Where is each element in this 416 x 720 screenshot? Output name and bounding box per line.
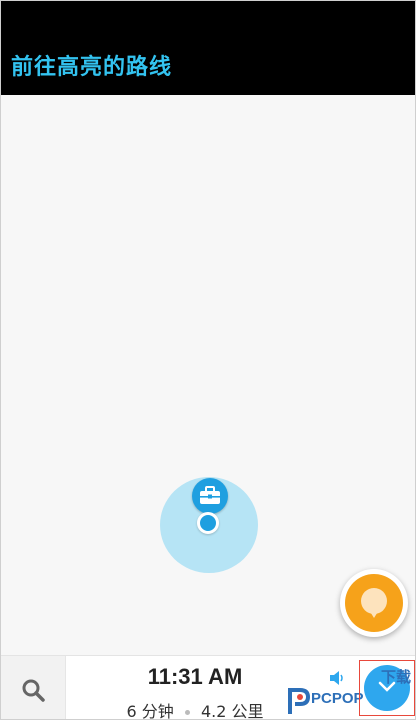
eta-duration: 6 分钟 (126, 702, 174, 720)
watermark-text: PCPOP (311, 690, 364, 707)
report-button[interactable] (340, 569, 408, 637)
eta-time[interactable]: 11:31 AM (65, 664, 325, 690)
watermark-logo: PCPOP (287, 686, 367, 719)
eta-details[interactable]: 6 分钟 4.2 公里 (65, 698, 325, 720)
header-bar: 前往高亮的路线 (1, 1, 415, 95)
report-button-inner (345, 574, 403, 632)
eta-separator (184, 710, 190, 715)
bottom-eta-bar: 11:31 AM 6 分钟 4.2 公里 PCPOP 下载 (1, 655, 415, 720)
watermark-p-icon (288, 688, 311, 714)
work-location-pin[interactable] (192, 478, 228, 514)
sound-icon[interactable] (326, 668, 346, 688)
eta-distance: 4.2 公里 (200, 702, 264, 720)
briefcase-icon (200, 486, 220, 504)
navigation-screen: 前往高亮的路线 11:31 AM 6 分钟 4.2 公里 PCPOP 下载 (0, 0, 416, 720)
watermark-suffix: 下载 (381, 668, 412, 686)
search-icon (22, 679, 45, 702)
report-pin-icon (361, 588, 387, 618)
current-location-dot (197, 512, 219, 534)
header-title: 前往高亮的路线 (11, 55, 173, 80)
search-button[interactable] (1, 656, 66, 719)
